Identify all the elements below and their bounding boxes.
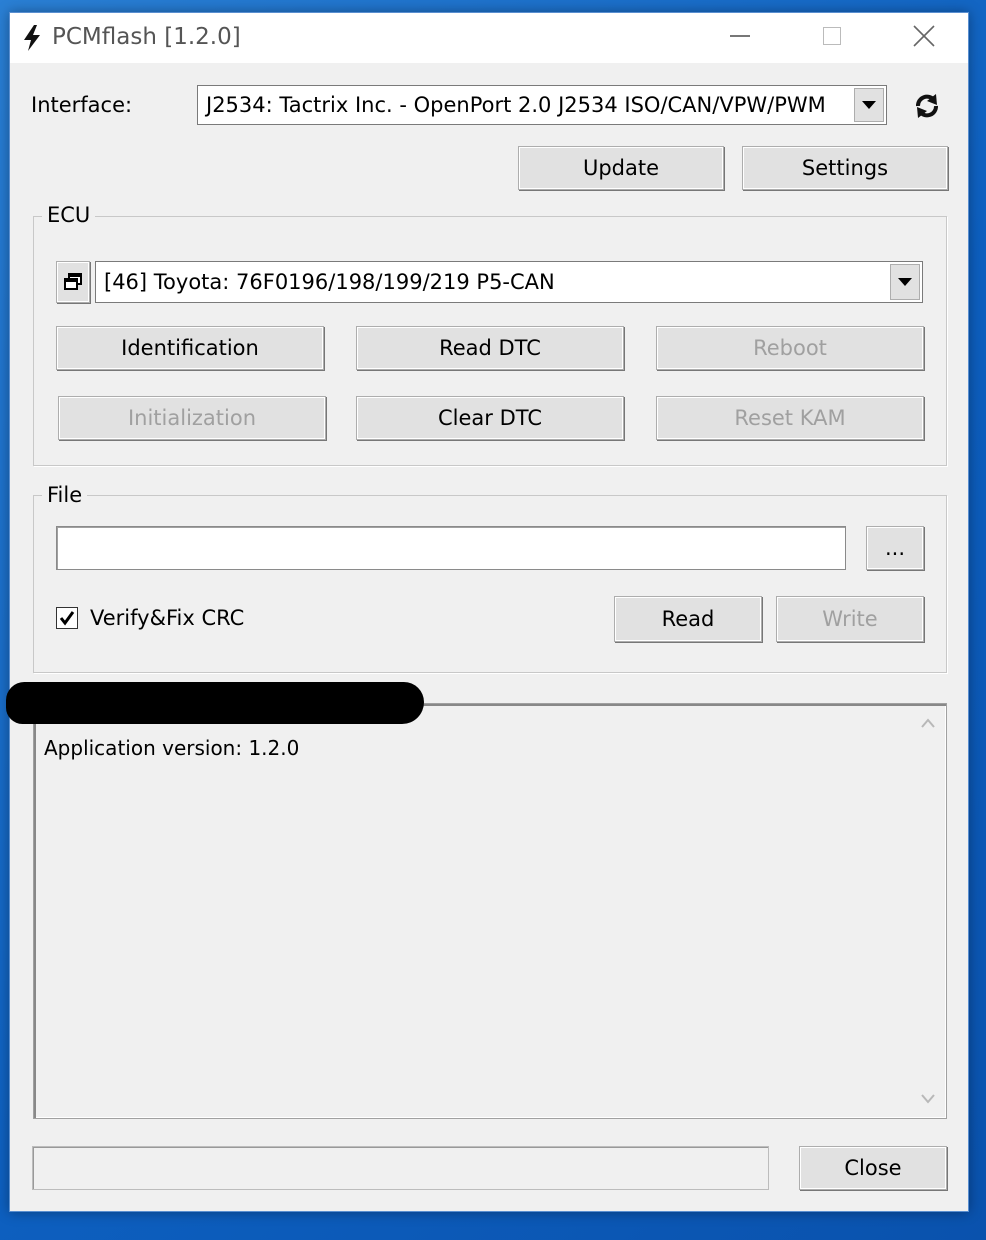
chevron-down-icon	[921, 1094, 935, 1104]
refresh-icon[interactable]	[912, 91, 942, 121]
interface-select[interactable]: J2534: Tactrix Inc. - OpenPort 2.0 J2534…	[197, 85, 887, 125]
initialization-button[interactable]: Initialization	[58, 396, 326, 440]
log-line: Application version: 1.2.0	[44, 736, 300, 760]
ecu-selected-value: [46] Toyota: 76F0196/198/199/219 P5-CAN	[104, 270, 555, 294]
reset-kam-button[interactable]: Reset KAM	[656, 396, 924, 440]
checkmark-icon	[59, 611, 75, 626]
clear-dtc-button[interactable]: Clear DTC	[356, 396, 624, 440]
reboot-button[interactable]: Reboot	[656, 326, 924, 370]
ecu-window-button[interactable]	[56, 261, 90, 303]
maximize-icon	[823, 27, 841, 45]
verify-crc-checkbox[interactable]	[56, 607, 78, 629]
pcmflash-window: PCMflash [1.2.0] Interface: J2534: Tactr…	[9, 12, 969, 1212]
chevron-up-icon	[921, 718, 935, 728]
write-button[interactable]: Write	[776, 596, 924, 642]
close-icon	[913, 25, 935, 47]
interface-selected-value: J2534: Tactrix Inc. - OpenPort 2.0 J2534…	[206, 93, 826, 117]
chevron-down-icon	[898, 278, 912, 286]
chevron-down-icon	[862, 101, 876, 109]
ecu-dropdown-arrow[interactable]	[890, 264, 920, 300]
ecu-select[interactable]: [46] Toyota: 76F0196/198/199/219 P5-CAN	[95, 261, 923, 303]
file-path-input[interactable]	[56, 526, 846, 570]
title-bar[interactable]: PCMflash [1.2.0]	[10, 13, 968, 63]
window-title: PCMflash [1.2.0]	[52, 24, 241, 50]
file-group	[33, 495, 947, 673]
log-output[interactable]: Application version: 1.2.0	[33, 703, 947, 1119]
restore-window-icon	[64, 273, 82, 290]
lightning-icon	[24, 25, 40, 51]
read-button[interactable]: Read	[614, 596, 762, 642]
interface-dropdown-arrow[interactable]	[854, 88, 884, 122]
log-scrollbar[interactable]	[912, 706, 944, 1116]
scroll-up-arrow[interactable]	[912, 706, 944, 740]
browse-button[interactable]: ...	[866, 526, 924, 570]
progress-bar	[32, 1146, 769, 1190]
scroll-down-arrow[interactable]	[912, 1082, 944, 1116]
verify-crc-label[interactable]: Verify&Fix CRC	[90, 606, 244, 630]
minimize-button[interactable]	[694, 13, 786, 59]
window-close-button[interactable]	[878, 13, 970, 59]
identification-button[interactable]: Identification	[56, 326, 324, 370]
settings-button[interactable]: Settings	[742, 146, 948, 190]
update-button[interactable]: Update	[518, 146, 724, 190]
redaction-mark	[6, 682, 424, 724]
interface-label: Interface:	[31, 93, 133, 117]
file-group-title: File	[42, 483, 88, 507]
read-dtc-button[interactable]: Read DTC	[356, 326, 624, 370]
maximize-button[interactable]	[786, 13, 878, 59]
minimize-icon	[730, 35, 750, 37]
ecu-group-title: ECU	[42, 203, 96, 227]
close-button[interactable]: Close	[799, 1146, 947, 1190]
